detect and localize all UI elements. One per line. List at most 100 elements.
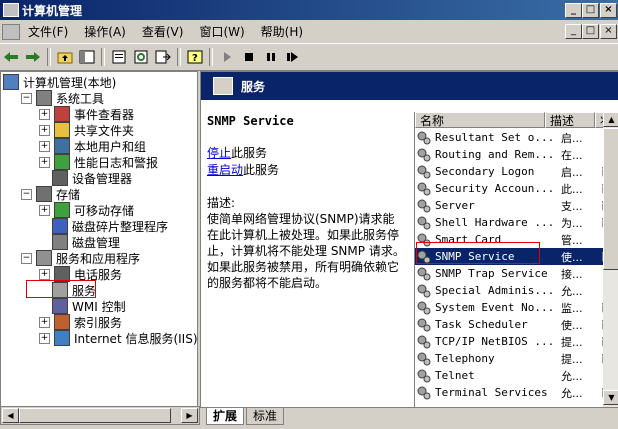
forward-arrow-icon[interactable] (23, 47, 43, 67)
refresh-icon[interactable] (131, 47, 151, 67)
expand-icon[interactable]: + (39, 108, 50, 120)
expand-icon[interactable]: + (39, 124, 50, 136)
scroll-thumb[interactable] (603, 128, 618, 270)
service-row[interactable]: SNMP Trap Service 接... (415, 265, 618, 282)
tree-item[interactable]: 计算机管理(本地) (3, 74, 116, 90)
services-vertical-scrollbar[interactable]: ▲ ▼ (603, 112, 618, 407)
stop-service-suffix: 此服务 (231, 146, 268, 160)
doc-minimize-button[interactable]: _ (565, 24, 582, 39)
service-name: Task Scheduler (435, 318, 528, 331)
menu-help[interactable]: 帮助(H) (253, 23, 311, 40)
tree-item[interactable]: 磁盘管理 (39, 234, 120, 250)
service-row[interactable]: Resultant Set o... 启... (415, 129, 618, 146)
expand-icon[interactable]: + (39, 268, 50, 280)
pause-icon[interactable] (261, 47, 281, 67)
tree-horizontal-scrollbar[interactable]: ◀ ▶ (0, 406, 200, 425)
expand-icon[interactable]: + (39, 316, 50, 328)
properties-icon[interactable] (109, 47, 129, 67)
help-icon[interactable]: ? (185, 47, 205, 67)
menu-file[interactable]: 文件(F) (20, 23, 76, 40)
expand-icon[interactable]: + (39, 332, 50, 344)
service-row[interactable]: Task Scheduler使...已 (415, 316, 618, 333)
export-icon[interactable] (153, 47, 173, 67)
pane-header-title: 服务 (241, 79, 266, 94)
event-viewer-icon (54, 106, 70, 122)
scroll-thumb[interactable] (19, 408, 171, 423)
close-button[interactable]: × (600, 3, 617, 18)
tree-item[interactable]: + 共享文件夹 (39, 122, 134, 138)
tree-item[interactable]: + 本地用户和组 (39, 138, 146, 154)
play-icon[interactable] (217, 47, 237, 67)
service-row[interactable]: Special Adminis... 允... (415, 282, 618, 299)
tree-item[interactable]: + 事件查看器 (39, 106, 134, 122)
collapse-icon[interactable]: − (21, 252, 32, 264)
console-tree[interactable]: 计算机管理(本地) − 系统工具 + 事件查看器 + 共享文件夹 + 本地用户和组 + 性能日志和警… (0, 71, 198, 408)
column-header-description[interactable]: 描述 (545, 112, 595, 128)
service-row[interactable]: Terminal Services允...已 (415, 384, 618, 401)
expand-icon[interactable]: + (39, 156, 50, 168)
minimize-button[interactable]: _ (565, 3, 582, 18)
menu-action[interactable]: 操作(A) (76, 23, 134, 40)
service-row[interactable]: TCP/IP NetBIOS ...提...已 (415, 333, 618, 350)
tree-item[interactable]: 设备管理器 (39, 170, 132, 186)
tree-item[interactable]: 磁盘碎片整理程序 (39, 218, 168, 234)
service-desc: 允... (561, 284, 583, 298)
service-desc: 支... (561, 199, 583, 213)
doc-close-button[interactable]: × (600, 24, 617, 39)
toolbar-separator (101, 48, 105, 66)
menu-view[interactable]: 查看(V) (134, 23, 192, 40)
scroll-right-arrow-icon[interactable]: ▶ (181, 408, 198, 423)
tree-item[interactable]: − 存储 (21, 186, 80, 202)
tree-item-label: WMI 控制 (72, 299, 126, 314)
device-manager-icon (52, 170, 68, 186)
document-menu-icon[interactable] (2, 23, 20, 40)
service-row[interactable]: Shell Hardware ...为...已 (415, 214, 618, 231)
tree-item[interactable]: + 可移动存储 (39, 202, 134, 218)
service-gear-icon (417, 148, 431, 162)
service-row[interactable]: Security Accoun...此...已 (415, 180, 618, 197)
tree-item[interactable]: + 性能日志和警报 (39, 154, 158, 170)
restart-service-link[interactable]: 重启动 (207, 163, 243, 177)
menu-window[interactable]: 窗口(W) (191, 23, 252, 40)
show-tree-icon[interactable] (77, 47, 97, 67)
scroll-up-arrow-icon[interactable]: ▲ (603, 112, 618, 127)
tree-item[interactable]: − 系统工具 (21, 90, 104, 106)
tree-item-label: 索引服务 (74, 315, 123, 330)
service-row[interactable]: Telnet 允... (415, 367, 618, 384)
back-arrow-icon[interactable] (1, 47, 21, 67)
scroll-down-arrow-icon[interactable]: ▼ (603, 390, 618, 405)
perf-icon (54, 154, 70, 170)
stop-icon[interactable] (239, 47, 259, 67)
expand-icon[interactable]: + (39, 140, 50, 152)
collapse-icon[interactable]: − (21, 188, 32, 200)
scroll-left-arrow-icon[interactable]: ◀ (2, 408, 19, 423)
tree-item[interactable]: − 服务和应用程序 (21, 250, 140, 266)
tree-item[interactable]: WMI 控制 (39, 298, 126, 314)
doc-restore-button[interactable]: □ (582, 24, 599, 39)
stop-service-link[interactable]: 停止 (207, 146, 231, 160)
maximize-button[interactable]: □ (582, 3, 599, 18)
tab-standard[interactable]: 标准 (246, 408, 285, 425)
service-row[interactable]: Telephony提...已 (415, 350, 618, 367)
defrag-icon (52, 218, 68, 234)
column-header-name[interactable]: 名称 (415, 112, 545, 128)
highlight-box-services-tree (26, 280, 96, 298)
service-gear-icon (417, 386, 431, 400)
service-row[interactable]: Server支...已 (415, 197, 618, 214)
up-folder-icon[interactable] (55, 47, 75, 67)
tree-item[interactable]: + 索引服务 (39, 314, 122, 330)
computer-management-icon (3, 3, 19, 17)
tab-extended[interactable]: 扩展 (206, 408, 245, 425)
restart-icon[interactable] (283, 47, 303, 67)
toolbar-separator (209, 48, 213, 66)
collapse-icon[interactable]: − (21, 92, 32, 104)
tree-item[interactable]: + Internet 信息服务(IIS)管 (39, 330, 197, 346)
expand-icon[interactable]: + (39, 204, 50, 216)
service-desc: 使... (561, 250, 583, 264)
service-row[interactable]: Secondary Logon启...已 (415, 163, 618, 180)
service-desc: 管... (561, 233, 583, 247)
service-row[interactable]: Routing and Rem... 在... (415, 146, 618, 163)
menu-bar: 文件(F) 操作(A) 查看(V) 窗口(W) 帮助(H) _ □ × (0, 20, 618, 43)
service-row[interactable]: System Event No...监...已 (415, 299, 618, 316)
service-desc: 监... (561, 301, 583, 315)
